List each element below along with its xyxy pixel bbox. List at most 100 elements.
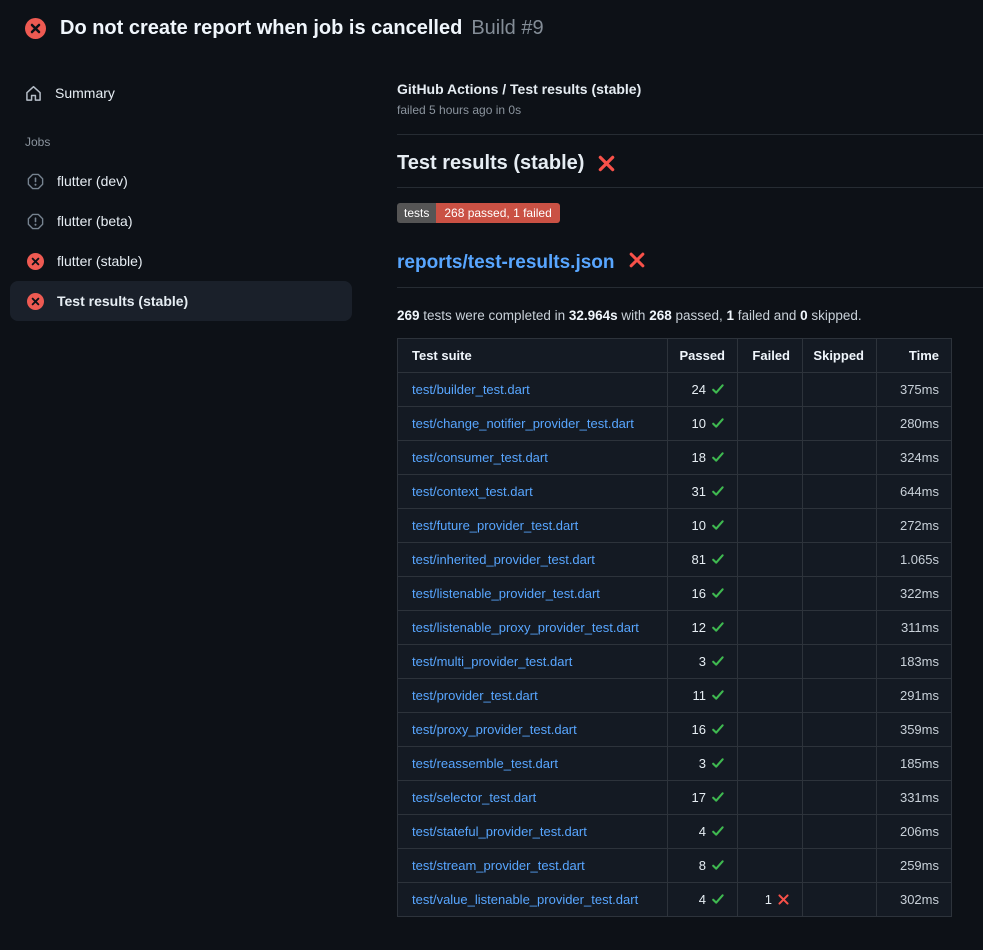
time-cell: 185ms [877, 747, 952, 781]
failed-cell [738, 509, 803, 543]
duration: 32.964s [569, 308, 618, 323]
sidebar-summary-label: Summary [55, 85, 115, 101]
time-cell: 206ms [877, 815, 952, 849]
failed-cell [738, 713, 803, 747]
sidebar-job-item[interactable]: flutter (stable) [10, 241, 352, 281]
column-header: Skipped [803, 339, 877, 373]
time-cell: 280ms [877, 407, 952, 441]
failed-x-icon [597, 154, 616, 173]
failed-cell [738, 577, 803, 611]
skipped-cell [803, 475, 877, 509]
time-cell: 291ms [877, 679, 952, 713]
table-header-row: Test suitePassedFailedSkippedTime [398, 339, 952, 373]
summary-seg: skipped. [808, 308, 862, 323]
test-results-table: Test suitePassedFailedSkippedTime test/b… [397, 338, 952, 917]
test-suite-link[interactable]: test/consumer_test.dart [412, 450, 548, 465]
table-row: test/reassemble_test.dart3185ms [398, 747, 952, 781]
sidebar-item-summary[interactable]: Summary [25, 81, 380, 105]
sidebar: Summary Jobs flutter (dev)flutter (beta)… [0, 56, 380, 321]
summary-seg: tests were completed in [420, 308, 569, 323]
test-table-body: test/builder_test.dart24375mstest/change… [398, 373, 952, 917]
time-cell: 375ms [877, 373, 952, 407]
sidebar-job-item[interactable]: Test results (stable) [10, 281, 352, 321]
failed-cell [738, 645, 803, 679]
passed-cell: 18 [668, 441, 738, 475]
failed-cell [738, 781, 803, 815]
report-file-link[interactable]: reports/test-results.json [397, 252, 615, 274]
suite-cell: test/multi_provider_test.dart [398, 645, 668, 679]
breadcrumb: GitHub Actions / Test results (stable) [397, 81, 983, 97]
skipped-count: 0 [800, 308, 808, 323]
failed-cell [738, 543, 803, 577]
test-suite-link[interactable]: test/listenable_provider_test.dart [412, 586, 600, 601]
failed-cell [738, 611, 803, 645]
time-cell: 183ms [877, 645, 952, 679]
table-row: test/inherited_provider_test.dart811.065… [398, 543, 952, 577]
column-header: Failed [738, 339, 803, 373]
suite-cell: test/future_provider_test.dart [398, 509, 668, 543]
skipped-cell [803, 883, 877, 917]
suite-cell: test/selector_test.dart [398, 781, 668, 815]
test-suite-link[interactable]: test/future_provider_test.dart [412, 518, 578, 533]
sidebar-job-item[interactable]: flutter (dev) [10, 161, 352, 201]
suite-cell: test/provider_test.dart [398, 679, 668, 713]
test-suite-link[interactable]: test/inherited_provider_test.dart [412, 552, 595, 567]
sidebar-job-item[interactable]: flutter (beta) [10, 201, 352, 241]
suite-cell: test/value_listenable_provider_test.dart [398, 883, 668, 917]
time-cell: 259ms [877, 849, 952, 883]
test-suite-link[interactable]: test/proxy_provider_test.dart [412, 722, 577, 737]
cancelled-stop-icon [27, 213, 44, 230]
table-row: test/value_listenable_provider_test.dart… [398, 883, 952, 917]
table-row: test/multi_provider_test.dart3183ms [398, 645, 952, 679]
table-row: test/selector_test.dart17331ms [398, 781, 952, 815]
test-suite-link[interactable]: test/provider_test.dart [412, 688, 538, 703]
page-title: Do not create report when job is cancell… [60, 17, 462, 40]
failed-cell [738, 849, 803, 883]
table-row: test/stream_provider_test.dart8259ms [398, 849, 952, 883]
failed-cell [738, 747, 803, 781]
suite-cell: test/listenable_provider_test.dart [398, 577, 668, 611]
divider [397, 134, 983, 135]
status-line: failed 5 hours ago in 0s [397, 103, 983, 117]
skipped-cell [803, 679, 877, 713]
test-suite-link[interactable]: test/value_listenable_provider_test.dart [412, 892, 638, 907]
time-cell: 324ms [877, 441, 952, 475]
suite-cell: test/proxy_provider_test.dart [398, 713, 668, 747]
skipped-cell [803, 577, 877, 611]
skipped-cell [803, 815, 877, 849]
failed-cell [738, 815, 803, 849]
suite-cell: test/builder_test.dart [398, 373, 668, 407]
test-suite-link[interactable]: test/reassemble_test.dart [412, 756, 558, 771]
skipped-cell [803, 407, 877, 441]
jobs-heading: Jobs [25, 135, 380, 149]
time-cell: 1.065s [877, 543, 952, 577]
test-suite-link[interactable]: test/selector_test.dart [412, 790, 536, 805]
failed-cell [738, 475, 803, 509]
failed-cell [738, 407, 803, 441]
job-label: Test results (stable) [57, 293, 188, 309]
test-suite-link[interactable]: test/listenable_proxy_provider_test.dart [412, 620, 639, 635]
passed-cell: 10 [668, 509, 738, 543]
tests-badge: tests 268 passed, 1 failed [397, 203, 560, 223]
skipped-cell [803, 781, 877, 815]
test-suite-link[interactable]: test/context_test.dart [412, 484, 533, 499]
test-suite-link[interactable]: test/stateful_provider_test.dart [412, 824, 587, 839]
test-suite-link[interactable]: test/builder_test.dart [412, 382, 530, 397]
time-cell: 644ms [877, 475, 952, 509]
skipped-cell [803, 713, 877, 747]
passed-count: 268 [649, 308, 672, 323]
section-title: Test results (stable) [397, 152, 584, 175]
passed-cell: 10 [668, 407, 738, 441]
summary-seg: failed and [734, 308, 800, 323]
test-suite-link[interactable]: test/stream_provider_test.dart [412, 858, 585, 873]
time-cell: 302ms [877, 883, 952, 917]
report-failed-x-icon [628, 251, 646, 275]
test-suite-link[interactable]: test/multi_provider_test.dart [412, 654, 572, 669]
suite-cell: test/context_test.dart [398, 475, 668, 509]
failed-cell [738, 441, 803, 475]
passed-cell: 16 [668, 713, 738, 747]
passed-cell: 17 [668, 781, 738, 815]
section-heading: Test results (stable) [397, 152, 983, 188]
test-suite-link[interactable]: test/change_notifier_provider_test.dart [412, 416, 634, 431]
time-cell: 322ms [877, 577, 952, 611]
